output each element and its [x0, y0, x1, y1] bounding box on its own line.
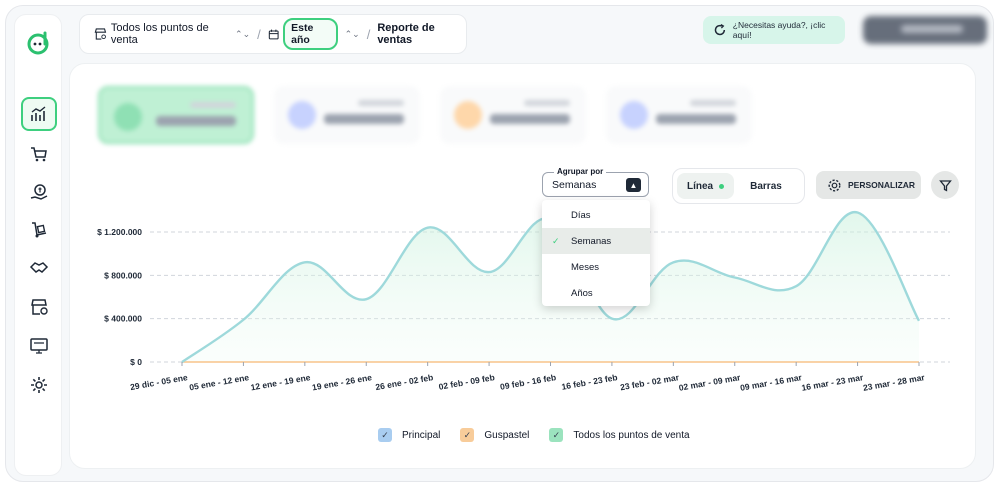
x-tick-label: 29 dic - 05 ene	[129, 372, 188, 392]
legend-item-all[interactable]: ✓ Todos los puntos de venta	[549, 428, 690, 442]
x-tick-label: 02 feb - 09 feb	[438, 372, 496, 392]
dropdown-option[interactable]: Años	[542, 280, 650, 306]
checkbox-icon[interactable]: ✓	[378, 428, 392, 442]
legend-item-principal[interactable]: ✓ Principal	[378, 428, 440, 442]
group-by-dropdown: Días ✓ Semanas Meses Años	[542, 200, 650, 306]
customize-label: PERSONALIZAR	[848, 180, 916, 190]
store-settings-icon	[31, 299, 48, 315]
cart-icon	[31, 147, 47, 162]
period-label[interactable]: Este año	[283, 18, 338, 50]
group-by-value: Semanas	[552, 178, 597, 191]
user-menu[interactable]	[863, 16, 987, 44]
x-tick-label: 05 ene - 12 ene	[188, 372, 250, 392]
x-tick-label: 23 feb - 02 mar	[619, 372, 680, 392]
store-label: Todos los puntos de venta	[110, 22, 209, 46]
filter-icon	[938, 179, 952, 192]
nav-partners[interactable]	[21, 251, 57, 285]
legend-label: Principal	[402, 429, 441, 441]
report-title: Reporte de ventas	[377, 22, 435, 46]
period-selector[interactable]: Este año ⌃⌄	[268, 18, 360, 50]
view-line-button[interactable]: Línea	[677, 173, 735, 199]
sales-line-chart: $ 0 $ 400.000 $ 800.000 $ 1.200.000 29 dic …	[97, 211, 950, 393]
nav-sales[interactable]	[21, 137, 57, 171]
x-tick-label: 12 ene - 19 ene	[250, 372, 312, 392]
refresh-help-icon	[714, 24, 726, 36]
sidebar	[14, 14, 62, 476]
checkbox-icon[interactable]: ✓	[460, 428, 475, 442]
x-tick-label: 09 mar - 16 mar	[739, 372, 803, 393]
nav-web[interactable]	[21, 329, 57, 363]
dolly-icon	[32, 222, 47, 238]
option-label: Días	[571, 209, 591, 221]
checkbox-icon[interactable]: ✓	[549, 428, 564, 442]
logo-icon[interactable]	[25, 29, 51, 55]
active-dot-icon	[719, 183, 725, 189]
gear-icon	[828, 178, 841, 192]
option-label: Años	[571, 287, 593, 299]
chevron-up-icon[interactable]: ▲	[626, 178, 641, 192]
check-icon: ✓	[552, 235, 560, 246]
nav-reports[interactable]	[21, 97, 57, 131]
group-by-label: Agrupar por	[554, 167, 607, 176]
calendar-icon	[268, 29, 279, 39]
dropdown-option[interactable]: Meses	[542, 254, 650, 280]
gear-icon	[31, 377, 47, 393]
view-line-label: Línea	[687, 180, 714, 192]
option-label: Meses	[571, 261, 599, 273]
updown-chevron-icon: ⌃⌄	[344, 28, 360, 39]
x-tick-label: 26 ene - 02 feb	[375, 372, 434, 392]
x-tick-label: 23 mar - 28 mar	[862, 372, 926, 393]
legend-item-guspastel[interactable]: ✓ Guspastel	[460, 428, 529, 442]
breadcrumb-separator: /	[366, 26, 371, 42]
y-tick-label: $ 800.000	[104, 270, 142, 280]
nav-finance[interactable]	[21, 175, 57, 209]
handshake-icon	[29, 262, 49, 273]
view-bars-button[interactable]: Barras	[740, 173, 792, 199]
report-card: $ 0 $ 400.000 $ 800.000 $ 1.200.000 29 dic …	[69, 63, 976, 469]
breadcrumb-separator: /	[257, 26, 261, 42]
x-tick-label: 09 feb - 16 feb	[499, 372, 557, 392]
help-button[interactable]: ¿Necesitas ayuda?, ¡clic aquí!	[703, 16, 845, 44]
view-bars-label: Barras	[750, 180, 782, 192]
filter-button[interactable]	[931, 171, 959, 199]
legend-label: Todos los puntos de venta	[573, 429, 690, 441]
view-toggle: Línea Barras	[672, 168, 805, 204]
y-tick-label: $ 400.000	[104, 314, 142, 324]
x-tick-label: 16 feb - 23 feb	[561, 372, 619, 392]
nav-store[interactable]	[21, 290, 57, 324]
chart-legend: ✓ Principal ✓ Guspastel ✓ Todos los punt…	[378, 428, 690, 442]
x-tick-label: 16 mar - 23 mar	[801, 372, 865, 393]
dropdown-option[interactable]: ✓ Semanas	[542, 228, 650, 254]
x-tick-label: 19 ene - 26 ene	[311, 372, 373, 392]
money-hand-icon	[30, 184, 48, 200]
option-label: Semanas	[571, 235, 612, 247]
help-label: ¿Necesitas ayuda?, ¡clic aquí!	[732, 20, 826, 40]
chart-icon	[31, 106, 46, 121]
store-selector[interactable]: Todos los puntos de venta ⌃⌄	[94, 22, 250, 46]
store-icon	[94, 28, 107, 40]
app-frame: Todos los puntos de venta ⌃⌄ / Este año …	[5, 5, 994, 482]
y-tick-label: $ 1.200.000	[97, 227, 142, 237]
legend-label: Guspastel	[484, 429, 530, 441]
nav-settings[interactable]	[21, 368, 57, 402]
updown-chevron-icon: ⌃⌄	[235, 28, 251, 39]
dropdown-option[interactable]: Días	[542, 202, 650, 228]
customize-button[interactable]: PERSONALIZAR	[816, 171, 921, 199]
y-tick-label: $ 0	[130, 357, 142, 367]
x-tick-label: 02 mar - 09 mar	[678, 372, 742, 393]
monitor-web-icon	[30, 338, 48, 354]
nav-inventory[interactable]	[21, 213, 57, 247]
breadcrumb: Todos los puntos de venta ⌃⌄ / Este año …	[79, 14, 467, 54]
